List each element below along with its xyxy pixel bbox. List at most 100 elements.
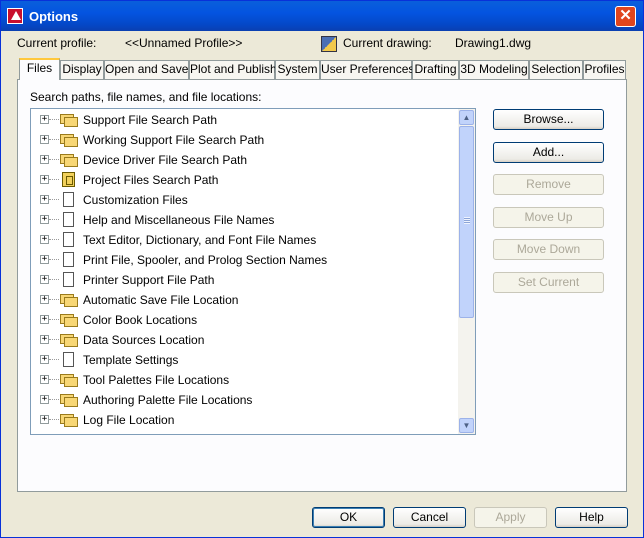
tab-system[interactable]: System (275, 60, 320, 79)
folders-icon (60, 392, 78, 408)
document-icon (60, 232, 78, 248)
folders-icon (60, 332, 78, 348)
tree-item-label: Data Sources Location (83, 333, 205, 347)
apply-button[interactable]: Apply (474, 507, 547, 528)
tree-item[interactable]: + Tool Palettes File Locations (31, 370, 461, 390)
options-dialog: Options ✕ Current profile: <<Unnamed Pro… (0, 0, 644, 538)
tree-item-label: Print File, Spooler, and Prolog Section … (83, 253, 328, 267)
folders-icon (60, 152, 78, 168)
tree-item[interactable]: + Log File Location (31, 410, 461, 430)
tree-item[interactable]: + Printer Support File Path (31, 270, 461, 290)
add-button[interactable]: Add... (493, 142, 604, 163)
tree-item-label: Template Settings (83, 353, 179, 367)
tab-files[interactable]: Files (19, 58, 60, 80)
tab-selection[interactable]: Selection (529, 60, 583, 79)
expand-icon[interactable]: + (40, 155, 49, 164)
expand-icon[interactable]: + (40, 175, 49, 184)
scroll-up-button[interactable]: ▲ (459, 110, 474, 125)
tree-item-label: Help and Miscellaneous File Names (83, 213, 275, 227)
tree-connector (49, 159, 59, 160)
move-down-button[interactable]: Move Down (493, 239, 604, 260)
autocad-logo-icon (7, 8, 23, 24)
scrollbar-thumb[interactable] (459, 126, 474, 318)
set-current-button[interactable]: Set Current (493, 272, 604, 293)
expand-icon[interactable]: + (40, 235, 49, 244)
tree-item[interactable]: + Data Sources Location (31, 330, 461, 350)
ok-button[interactable]: OK (312, 507, 385, 528)
tree-connector (49, 299, 59, 300)
tree-item[interactable]: + Help and Miscellaneous File Names (31, 210, 461, 230)
tree-item[interactable]: + Support File Search Path (31, 110, 461, 130)
tree-item[interactable]: + Template Settings (31, 350, 461, 370)
expand-icon[interactable]: + (40, 355, 49, 364)
tree-connector (49, 419, 59, 420)
folders-icon (60, 412, 78, 428)
tab-drafting[interactable]: Drafting (412, 60, 459, 79)
folders-icon (60, 112, 78, 128)
expand-icon[interactable]: + (40, 415, 49, 424)
tree-item[interactable]: + Device Driver File Search Path (31, 150, 461, 170)
tree-item[interactable]: + Project Files Search Path (31, 170, 461, 190)
tree-connector (49, 319, 59, 320)
expand-icon[interactable]: + (40, 135, 49, 144)
tree-item-label: Color Book Locations (83, 313, 198, 327)
tree-item[interactable]: + Text Editor, Dictionary, and Font File … (31, 230, 461, 250)
tree-item-label: Log File Location (83, 413, 175, 427)
scroll-down-button[interactable]: ▼ (459, 418, 474, 433)
folders-icon (60, 292, 78, 308)
tree-item-label: Device Driver File Search Path (83, 153, 248, 167)
expand-icon[interactable]: + (40, 215, 49, 224)
tree-item[interactable]: + Working Support File Search Path (31, 130, 461, 150)
tree-item-label: Working Support File Search Path (83, 133, 265, 147)
tree-item-label: Automatic Save File Location (83, 293, 239, 307)
expand-icon[interactable]: + (40, 255, 49, 264)
expand-icon[interactable]: + (40, 375, 49, 384)
expand-icon[interactable]: + (40, 335, 49, 344)
expand-icon[interactable]: + (40, 195, 49, 204)
window-title: Options (29, 9, 79, 24)
title-bar[interactable]: Options ✕ (1, 1, 643, 31)
tab-profiles[interactable]: Profiles (583, 60, 626, 79)
expand-icon[interactable]: + (40, 275, 49, 284)
tree-connector (49, 179, 59, 180)
expand-icon[interactable]: + (40, 315, 49, 324)
expand-icon[interactable]: + (40, 115, 49, 124)
close-button[interactable]: ✕ (615, 6, 636, 27)
tab-plot-and-publish[interactable]: Plot and Publish (189, 60, 277, 79)
tree-item[interactable]: + Automatic Save File Location (31, 290, 461, 310)
tree-item-label: Tool Palettes File Locations (83, 373, 230, 387)
document-icon (60, 272, 78, 288)
tree-item[interactable]: + Authoring Palette File Locations (31, 390, 461, 410)
tree-connector (49, 379, 59, 380)
tree-item[interactable]: + Print File, Spooler, and Prolog Section… (31, 250, 461, 270)
tree-connector (49, 359, 59, 360)
file-locations-tree[interactable]: + Support File Search Path + Working Suppor… (30, 108, 476, 435)
help-button[interactable]: Help (555, 507, 628, 528)
move-up-button[interactable]: Move Up (493, 207, 604, 228)
tab-display[interactable]: Display (60, 60, 104, 79)
tree-item[interactable]: + Customization Files (31, 190, 461, 210)
vertical-scrollbar[interactable]: ▲ ▼ (458, 109, 475, 434)
cancel-button[interactable]: Cancel (393, 507, 466, 528)
tab-open-and-save[interactable]: Open and Save (104, 60, 189, 79)
tree-connector (49, 339, 59, 340)
expand-icon[interactable]: + (40, 395, 49, 404)
expand-icon[interactable]: + (40, 295, 49, 304)
tab-user-preferences[interactable]: User Preferences (320, 60, 414, 79)
profile-row: Current profile: <<Unnamed Profile>> Cur… (17, 36, 627, 54)
files-tab-panel: Search paths, file names, and file locat… (17, 79, 627, 492)
folders-icon (60, 372, 78, 388)
tab-3d-modeling[interactable]: 3D Modeling (459, 60, 529, 79)
drawing-icon (321, 36, 337, 52)
remove-button[interactable]: Remove (493, 174, 604, 195)
folders-icon (60, 312, 78, 328)
folders-icon (60, 132, 78, 148)
tree-item-label: Text Editor, Dictionary, and Font File N… (83, 233, 317, 247)
document-icon (60, 212, 78, 228)
tree-connector (49, 199, 59, 200)
tree-item[interactable]: + Color Book Locations (31, 310, 461, 330)
tab-strip: Files Display Open and Save Plot and Pub… (18, 58, 630, 80)
tree-item-label: Customization Files (83, 193, 188, 207)
tree-connector (49, 139, 59, 140)
browse-button[interactable]: Browse... (493, 109, 604, 130)
